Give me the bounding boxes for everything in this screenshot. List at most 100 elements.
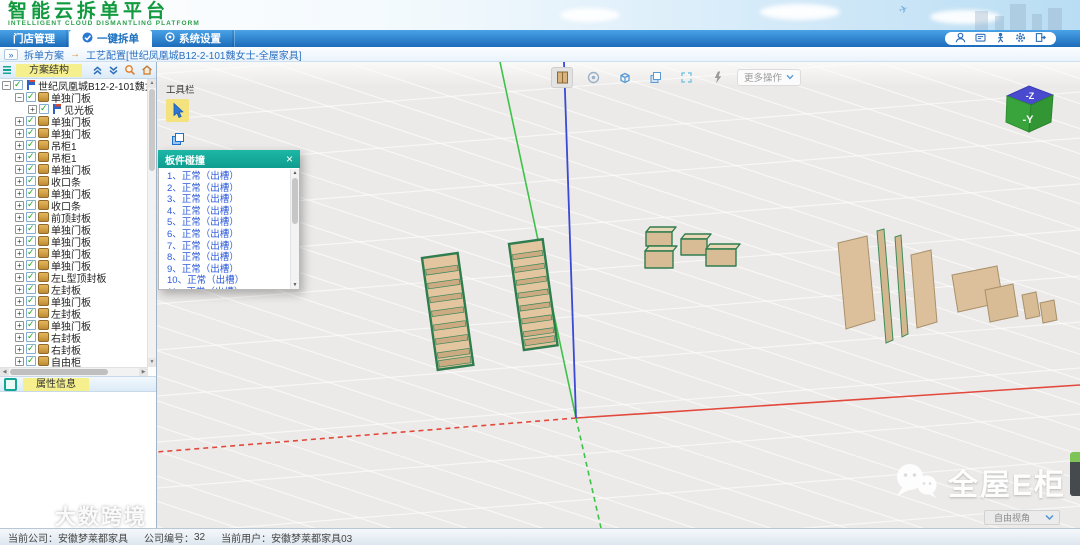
tree-checkbox[interactable] — [26, 235, 36, 246]
target-button[interactable] — [582, 67, 604, 88]
tree-checkbox[interactable] — [26, 223, 36, 234]
scroll-down-icon[interactable]: ▼ — [291, 281, 299, 289]
tree-checkbox[interactable] — [26, 271, 36, 282]
breadcrumb-section[interactable]: 拆单方案 — [24, 47, 64, 62]
tree-checkbox[interactable] — [26, 91, 36, 102]
tree-checkbox[interactable] — [26, 247, 36, 258]
tree-expander-icon[interactable]: + — [15, 284, 24, 294]
cabinet-model-right[interactable] — [507, 237, 559, 352]
exit-icon[interactable] — [1035, 30, 1047, 48]
tree-checkbox[interactable] — [26, 319, 36, 330]
select-cursor-button[interactable] — [166, 99, 189, 122]
tree-expander-icon[interactable]: + — [15, 200, 24, 210]
breadcrumb-collapse-button[interactable]: » — [4, 48, 18, 60]
cabinet-model-left[interactable] — [420, 251, 475, 372]
properties-panel-header[interactable]: 属性信息 — [0, 376, 156, 392]
layers-button[interactable] — [644, 67, 666, 88]
collision-list-item[interactable]: 2、正常（出槽） — [167, 183, 289, 195]
tree-expander-icon[interactable]: + — [15, 332, 24, 342]
gear-icon[interactable] — [1015, 30, 1026, 48]
tree-expander-icon[interactable]: + — [28, 104, 37, 114]
tree-expander-icon[interactable]: + — [15, 248, 24, 258]
tree-checkbox[interactable] — [26, 343, 36, 354]
close-icon[interactable]: × — [286, 153, 293, 165]
expand-all-icon[interactable] — [108, 64, 119, 76]
collision-list-item[interactable]: 4、正常（出槽） — [167, 206, 289, 218]
tree-checkbox[interactable] — [26, 127, 36, 138]
drawer-box-model[interactable] — [644, 226, 741, 269]
tree-checkbox[interactable] — [26, 187, 36, 198]
collapse-all-icon[interactable] — [92, 64, 103, 76]
tree-expander-icon[interactable]: + — [15, 140, 24, 150]
scene-canvas[interactable]: -Z -Y — [157, 62, 1080, 528]
tree-expander-icon[interactable]: − — [2, 80, 11, 90]
scrollbar-thumb[interactable] — [292, 178, 298, 224]
tree-expander-icon[interactable]: + — [15, 308, 24, 318]
tree-expander-icon[interactable]: + — [15, 116, 24, 126]
tree-checkbox[interactable] — [26, 151, 36, 162]
tree-checkbox[interactable] — [26, 331, 36, 342]
flash-button[interactable] — [706, 67, 728, 88]
tab-one-key-dismantle[interactable]: 一键拆单 — [69, 30, 152, 47]
avatar-icon[interactable] — [955, 30, 966, 48]
orientation-cube[interactable]: -Z -Y — [1005, 85, 1055, 133]
scroll-right-icon[interactable] — [139, 368, 148, 376]
scrollbar-thumb[interactable] — [10, 369, 108, 375]
tree-expander-icon[interactable]: + — [15, 320, 24, 330]
tree-expander-icon[interactable]: + — [15, 236, 24, 246]
viewport-3d[interactable]: -Z -Y 更多操作 工具栏 板件碰撞 × 1、正常（出槽） 2、正常（出槽） … — [157, 62, 1080, 528]
tree-expander-icon[interactable]: + — [15, 152, 24, 162]
person-icon[interactable] — [995, 30, 1006, 48]
tree-checkbox[interactable] — [26, 175, 36, 186]
collision-scrollbar[interactable]: ▲ ▼ — [290, 169, 299, 289]
scroll-down-icon[interactable] — [148, 358, 156, 367]
idcard-icon[interactable] — [975, 30, 986, 48]
tree-expander-icon[interactable]: + — [15, 224, 24, 234]
collision-list-item[interactable]: 5、正常（出槽） — [167, 217, 289, 229]
tree-checkbox[interactable] — [26, 211, 36, 222]
tree-checkbox[interactable] — [26, 115, 36, 126]
collision-list-item[interactable]: 9、正常（出槽） — [167, 264, 289, 276]
tree-expander-icon[interactable]: − — [15, 92, 24, 102]
tree-expander-icon[interactable]: + — [15, 212, 24, 222]
tree-expander-icon[interactable]: + — [15, 272, 24, 282]
tree-horizontal-scrollbar[interactable] — [0, 367, 148, 376]
tree-checkbox[interactable] — [26, 283, 36, 294]
tree-expander-icon[interactable]: + — [15, 164, 24, 174]
collision-dialog-header[interactable]: 板件碰撞 × — [158, 150, 300, 168]
scroll-up-icon[interactable] — [148, 79, 156, 88]
scrollbar-thumb[interactable] — [149, 89, 155, 171]
tree-checkbox[interactable] — [26, 307, 36, 318]
menu-icon[interactable] — [3, 66, 11, 74]
collision-list-item[interactable]: 11、正常（出槽） — [167, 287, 289, 289]
scroll-left-icon[interactable] — [0, 368, 9, 376]
tree-expander-icon[interactable]: + — [15, 356, 24, 366]
collision-list-item[interactable]: 7、正常（出槽） — [167, 241, 289, 253]
home-icon[interactable] — [141, 64, 153, 76]
tree-expander-icon[interactable]: + — [15, 260, 24, 270]
tree-expander-icon[interactable]: + — [15, 176, 24, 186]
tree-expander-icon[interactable]: + — [15, 128, 24, 138]
tree-checkbox[interactable] — [26, 355, 36, 366]
tab-store-management[interactable]: 门店管理 — [0, 30, 69, 47]
collision-list-item[interactable]: 8、正常（出槽） — [167, 252, 289, 264]
tree-checkbox[interactable] — [26, 163, 36, 174]
tree-checkbox[interactable] — [13, 79, 23, 90]
tab-system-settings[interactable]: 系统设置 — [152, 30, 235, 47]
collision-list-item[interactable]: 10、正常（出槽） — [167, 275, 289, 287]
layers-tool-button[interactable] — [166, 127, 189, 150]
edge-widget[interactable] — [1070, 452, 1080, 496]
collision-list-item[interactable]: 6、正常（出槽） — [167, 229, 289, 241]
fullscreen-button[interactable] — [675, 67, 697, 88]
tree-item[interactable]: + 自由柜 — [0, 355, 148, 367]
tree-checkbox[interactable] — [26, 259, 36, 270]
tree-checkbox[interactable] — [26, 199, 36, 210]
more-operations-button[interactable]: 更多操作 — [737, 68, 802, 86]
tree-expander-icon[interactable]: + — [15, 296, 24, 306]
cube-view-button[interactable] — [613, 67, 635, 88]
collision-list-item[interactable]: 3、正常（出槽） — [167, 194, 289, 206]
tree-checkbox[interactable] — [26, 295, 36, 306]
tree-checkbox[interactable] — [39, 103, 49, 114]
view-mode-select[interactable]: 自由视角 — [984, 510, 1060, 525]
tree-expander-icon[interactable]: + — [15, 188, 24, 198]
